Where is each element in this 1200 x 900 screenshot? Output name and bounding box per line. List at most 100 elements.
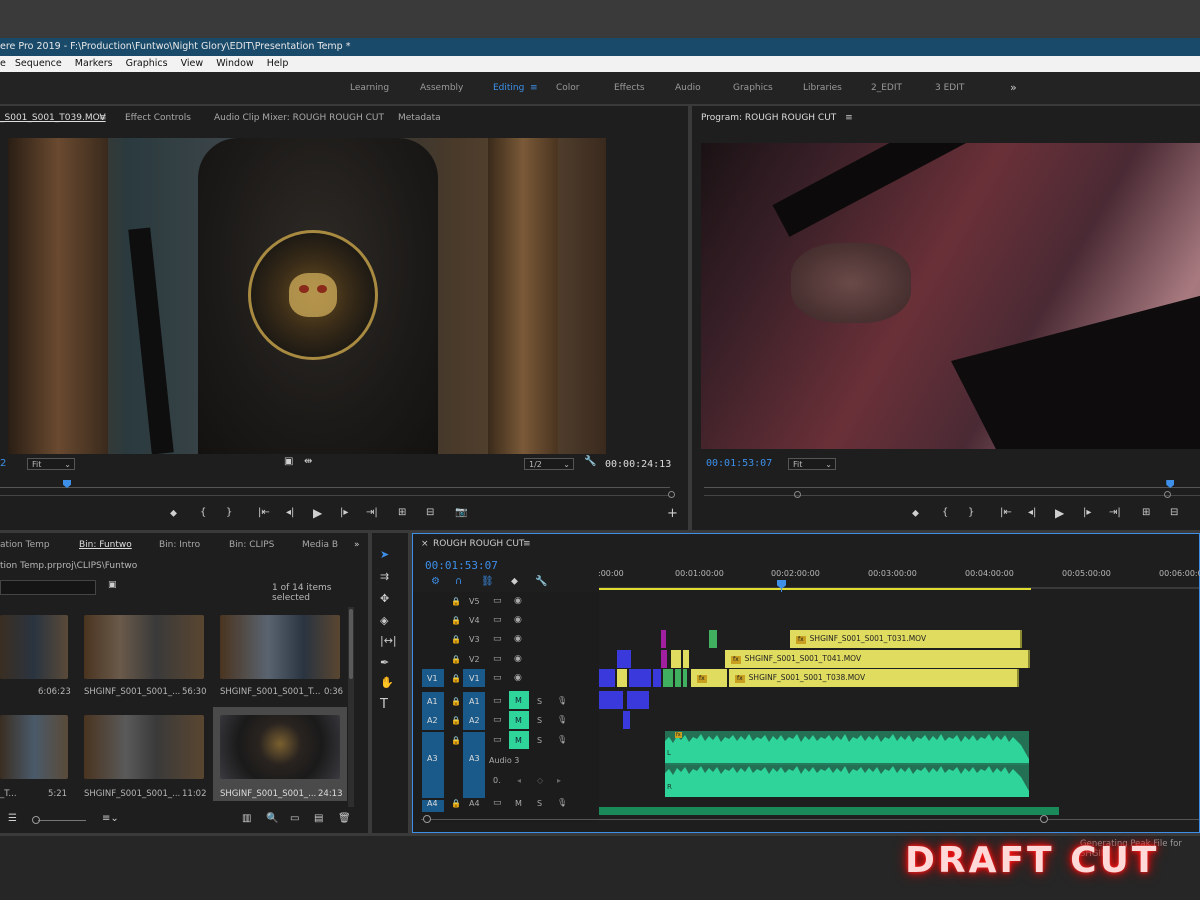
- a3-prev-keyframe-icon[interactable]: ◂: [517, 776, 521, 785]
- bin-scrollbar-thumb[interactable]: [349, 609, 353, 679]
- menu-window[interactable]: Window: [216, 58, 253, 69]
- nest-icon[interactable]: ⚙: [431, 576, 440, 587]
- program-mark-in-icon[interactable]: {: [942, 507, 948, 518]
- v4-lock-icon[interactable]: 🔒: [451, 616, 461, 625]
- program-zoom-handle-left[interactable]: [794, 491, 801, 498]
- source-export-icon[interactable]: ⇹: [304, 456, 312, 467]
- source-camera-icon[interactable]: 📷: [455, 507, 467, 518]
- source-time-ruler[interactable]: [0, 487, 670, 488]
- source-zoom-bar[interactable]: [0, 495, 668, 496]
- clip-v2-small-3[interactable]: [671, 650, 681, 668]
- clip-v2-small-4[interactable]: [683, 650, 689, 668]
- menu-sequence[interactable]: Sequence: [15, 58, 62, 69]
- source-go-to-out-icon[interactable]: ⇥|: [366, 507, 378, 518]
- a4-lock-icon[interactable]: 🔒: [451, 799, 461, 808]
- tab-media-browser[interactable]: Media B: [302, 533, 338, 557]
- bin-thumb-4[interactable]: [84, 715, 204, 779]
- hand-tool-icon[interactable]: ✋: [380, 676, 394, 689]
- timeline-zoom-bar[interactable]: [421, 819, 1199, 820]
- clip-v1-small-3[interactable]: [629, 669, 651, 687]
- clip-v1-small-1[interactable]: [599, 669, 615, 687]
- program-marker-icon[interactable]: ⬥: [912, 508, 919, 519]
- source-add-button-icon[interactable]: +: [667, 506, 678, 521]
- program-play-icon[interactable]: ▶: [1055, 506, 1064, 520]
- bin-new-item-icon[interactable]: ▤: [314, 813, 323, 824]
- source-fit-dropdown[interactable]: Fit ⌄: [27, 458, 75, 470]
- clip-a1-1[interactable]: [599, 691, 623, 709]
- clip-v1-small-2[interactable]: [617, 669, 627, 687]
- program-zoom-bar[interactable]: [704, 495, 1200, 496]
- clip-v1-small-4[interactable]: [653, 669, 661, 687]
- a3-target[interactable]: [463, 732, 485, 798]
- clip-v1-small-8[interactable]: fx: [691, 669, 727, 687]
- timeline-zoom-handle-left[interactable]: [423, 815, 431, 823]
- tab-source-clip[interactable]: _S001_S001_T039.MOV: [0, 106, 106, 130]
- source-patch-a3[interactable]: [422, 732, 444, 798]
- bin-thumb-0[interactable]: [0, 615, 68, 679]
- bin-zoom-slider[interactable]: [38, 820, 86, 821]
- a1-sync-icon[interactable]: ▭: [493, 696, 502, 706]
- a3-mic-icon[interactable]: 🎙: [557, 735, 567, 744]
- source-marker-icon[interactable]: ⬥: [170, 508, 177, 519]
- program-zoom-handle-right[interactable]: [1164, 491, 1171, 498]
- bin-find-icon[interactable]: 🔍: [266, 813, 278, 824]
- v2-lock-icon[interactable]: 🔒: [451, 655, 461, 664]
- tab-program[interactable]: Program: ROUGH ROUGH CUT: [701, 113, 836, 123]
- a2-lock-icon[interactable]: 🔒: [451, 716, 461, 725]
- clip-v3-small-2[interactable]: [709, 630, 717, 648]
- clip-a2-1[interactable]: [623, 711, 630, 729]
- a4-solo-label[interactable]: S: [537, 799, 542, 808]
- clip-v2[interactable]: fx SHGINF_S001_S001_T041.MOV: [725, 650, 1030, 668]
- source-step-back-icon[interactable]: ◂|: [286, 507, 294, 518]
- program-extract-icon[interactable]: ⊟: [1170, 507, 1178, 518]
- bin-sort-icon[interactable]: ≡⌄: [102, 813, 119, 824]
- v5-lock-icon[interactable]: 🔒: [451, 597, 461, 606]
- timeline-zoom-handle-right[interactable]: [1040, 815, 1048, 823]
- program-lift-icon[interactable]: ⊞: [1142, 507, 1150, 518]
- menu-help[interactable]: Help: [267, 58, 289, 69]
- bin-thumb-5[interactable]: [220, 715, 340, 779]
- a3-sync-icon[interactable]: ▭: [493, 735, 502, 745]
- workspace-libraries[interactable]: Libraries: [803, 72, 842, 104]
- v5-label[interactable]: V5: [469, 597, 480, 606]
- tab-audio-clip-mixer[interactable]: Audio Clip Mixer: ROUGH ROUGH CUT: [214, 106, 384, 130]
- workspace-assembly[interactable]: Assembly: [420, 72, 463, 104]
- clip-v1-small-6[interactable]: [675, 669, 681, 687]
- v2-label[interactable]: V2: [469, 655, 480, 664]
- clip-v2-small-2[interactable]: [661, 650, 667, 668]
- clip-a3-waveform[interactable]: L R fx: [665, 731, 1029, 797]
- pen-tool-icon[interactable]: ✒: [380, 656, 389, 669]
- timeline-settings-icon[interactable]: 🔧: [535, 576, 547, 587]
- a1-mic-icon[interactable]: 🎙: [557, 696, 567, 705]
- timeline-close-icon[interactable]: ×: [421, 539, 429, 549]
- program-go-to-out-icon[interactable]: ⇥|: [1109, 507, 1121, 518]
- v1-sync-icon[interactable]: ▭: [493, 673, 502, 683]
- v3-lock-icon[interactable]: 🔒: [451, 635, 461, 644]
- v5-eye-icon[interactable]: ◉: [514, 596, 522, 606]
- a2-sync-icon[interactable]: ▭: [493, 715, 502, 725]
- timeline-menu-icon[interactable]: ≡: [523, 539, 531, 549]
- bin-list-view-icon[interactable]: ☰: [8, 813, 17, 824]
- a3-solo-label[interactable]: S: [537, 736, 542, 745]
- tab-source-menu-icon[interactable]: ≡: [99, 106, 107, 130]
- a3-volume-value[interactable]: 0.: [493, 776, 501, 785]
- source-settings-icon[interactable]: 🔧: [584, 456, 596, 467]
- program-go-to-in-icon[interactable]: |⇤: [1000, 507, 1012, 518]
- v1-eye-icon[interactable]: ◉: [514, 673, 522, 683]
- workspace-3-edit[interactable]: 3 EDIT: [935, 72, 964, 104]
- source-mark-in-icon[interactable]: {: [200, 507, 206, 518]
- menu-graphics[interactable]: Graphics: [126, 58, 168, 69]
- program-time-ruler[interactable]: [704, 487, 1200, 488]
- a3-lock-icon[interactable]: 🔒: [451, 736, 461, 745]
- v4-label[interactable]: V4: [469, 616, 480, 625]
- source-safe-margins-icon[interactable]: ▣: [284, 456, 293, 467]
- tab-bin-funtwo[interactable]: Bin: Funtwo: [79, 533, 132, 557]
- bin-thumb-3[interactable]: [0, 715, 68, 779]
- bin-zoom-slider-handle[interactable]: [32, 816, 40, 824]
- a4-mute-label[interactable]: M: [515, 799, 522, 808]
- program-mark-out-icon[interactable]: }: [968, 507, 974, 518]
- workspace-graphics[interactable]: Graphics: [733, 72, 773, 104]
- workspace-2-edit[interactable]: 2_EDIT: [871, 72, 902, 104]
- bin-thumb-2[interactable]: [220, 615, 340, 679]
- timeline-sequence-name[interactable]: ROUGH ROUGH CUT: [433, 539, 524, 549]
